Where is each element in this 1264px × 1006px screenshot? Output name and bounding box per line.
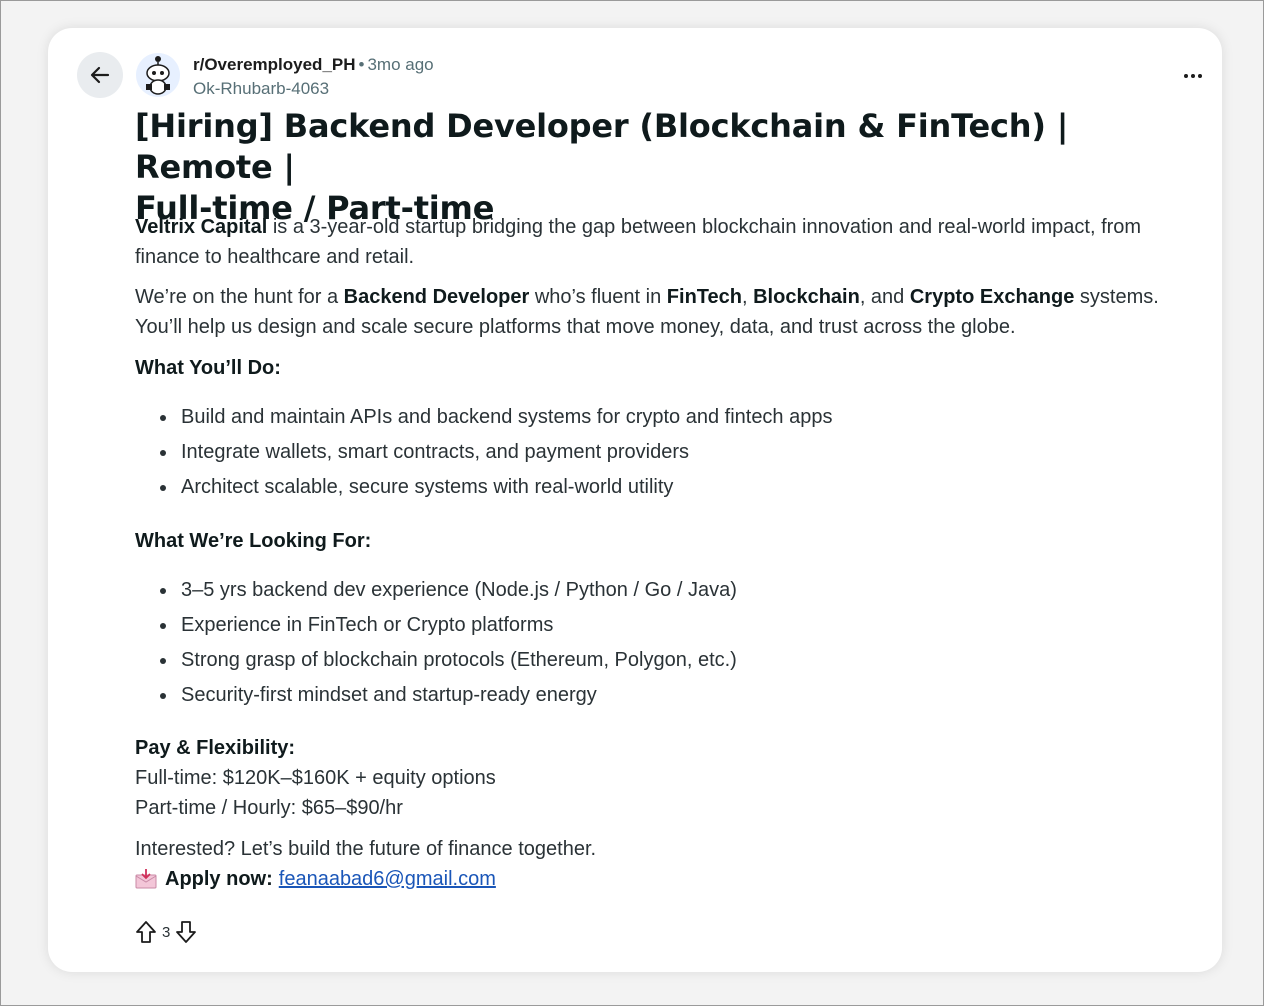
list-item: Experience in FinTech or Crypto platform… bbox=[135, 608, 1135, 643]
apply-line: Apply now: feanaabad6@gmail.com bbox=[135, 864, 496, 894]
what-youll-do-list: Build and maintain APIs and backend syst… bbox=[135, 400, 1135, 505]
meta-separator: • bbox=[358, 55, 365, 74]
post-author[interactable]: Ok-Rhubarb-4063 bbox=[193, 78, 434, 100]
closing-text: Interested? Let’s build the future of fi… bbox=[135, 838, 597, 860]
list-item: Build and maintain APIs and backend syst… bbox=[135, 400, 1135, 435]
downvote-button[interactable] bbox=[174, 918, 198, 946]
hunt-bold-crypto: Crypto Exchange bbox=[909, 286, 1075, 308]
meta-line: r/Overemployed_PH • 3mo ago bbox=[193, 54, 434, 76]
subreddit-name[interactable]: r/Overemployed_PH bbox=[193, 55, 356, 74]
hunt-text: , and bbox=[859, 286, 910, 308]
what-youll-do-heading: What You’ll Do: bbox=[135, 357, 281, 379]
what-were-looking-for-heading: What We’re Looking For: bbox=[135, 530, 372, 552]
list-item: Integrate wallets, smart contracts, and … bbox=[135, 435, 1135, 470]
list-item: Architect scalable, secure systems with … bbox=[135, 470, 1135, 505]
hunt-text: , bbox=[741, 286, 754, 308]
what-were-looking-for-list: 3–5 yrs backend dev experience (Node.js … bbox=[135, 573, 1135, 713]
upvote-button[interactable] bbox=[134, 918, 158, 946]
hunt-bold-role: Backend Developer bbox=[343, 286, 530, 308]
post-time: 3mo ago bbox=[367, 55, 434, 74]
more-options-button[interactable] bbox=[1176, 62, 1210, 90]
back-button[interactable] bbox=[77, 52, 123, 98]
more-dot bbox=[1184, 74, 1188, 78]
hunt-bold-fintech: FinTech bbox=[666, 286, 742, 308]
arrow-left-icon bbox=[90, 66, 110, 84]
reddit-snoo-avatar bbox=[136, 53, 180, 97]
incoming-envelope-icon bbox=[135, 869, 157, 889]
intro-paragraph: Veltrix Capital is a 3-year-old startup … bbox=[135, 212, 1195, 272]
hunt-text: who’s fluent in bbox=[529, 286, 667, 308]
intro-text: is a 3-year-old startup bridging the gap… bbox=[135, 216, 1142, 268]
list-item: Security-first mindset and startup-ready… bbox=[135, 678, 1135, 713]
post-meta: r/Overemployed_PH • 3mo ago Ok-Rhubarb-406… bbox=[193, 54, 434, 100]
apply-label: Apply now: bbox=[165, 868, 273, 890]
company-name: Veltrix Capital bbox=[135, 216, 268, 238]
vote-bar: 3 bbox=[134, 918, 198, 946]
pay-part-time: Part-time / Hourly: $65–$90/hr bbox=[135, 797, 403, 819]
pay-full-time: Full-time: $120K–$160K + equity options bbox=[135, 767, 496, 789]
hunt-text: We’re on the hunt for a bbox=[135, 286, 344, 308]
hunt-bold-blockchain: Blockchain bbox=[753, 286, 860, 308]
downvote-arrow-icon bbox=[176, 921, 197, 943]
subreddit-avatar[interactable] bbox=[136, 53, 180, 97]
post-title: [Hiring] Backend Developer (Blockchain &… bbox=[135, 106, 1195, 229]
list-item: Strong grasp of blockchain protocols (Et… bbox=[135, 643, 1135, 678]
title-line-1: [Hiring] Backend Developer (Blockchain &… bbox=[135, 107, 1069, 186]
more-dot bbox=[1198, 74, 1202, 78]
hunt-paragraph: We’re on the hunt for a Backend Develope… bbox=[135, 282, 1195, 342]
list-item: 3–5 yrs backend dev experience (Node.js … bbox=[135, 573, 1135, 608]
more-dot bbox=[1191, 74, 1195, 78]
vote-count: 3 bbox=[162, 923, 171, 941]
pay-heading: Pay & Flexibility: bbox=[135, 737, 296, 759]
apply-email-link[interactable]: feanaabad6@gmail.com bbox=[279, 864, 496, 894]
upvote-arrow-icon bbox=[136, 921, 156, 943]
